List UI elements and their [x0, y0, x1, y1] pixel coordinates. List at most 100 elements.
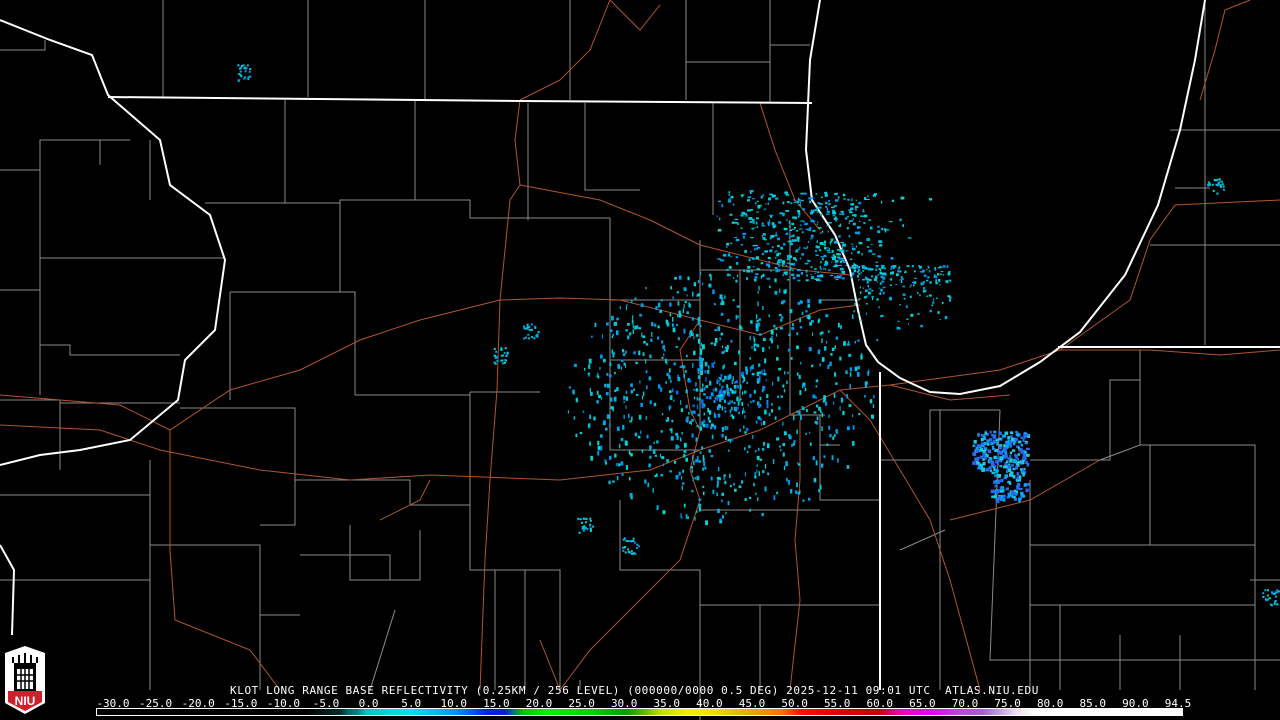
echo-pixel — [792, 276, 796, 280]
echo-pixel — [787, 257, 790, 260]
echo-pixel — [783, 389, 786, 393]
echo-pixel — [819, 363, 821, 367]
echo-pixel — [1274, 599, 1277, 602]
echo-pixel — [1009, 431, 1014, 435]
echo-pixel — [824, 346, 827, 351]
echo-pixel — [837, 322, 840, 328]
echo-pixel — [879, 244, 883, 247]
echo-pixel — [857, 270, 860, 273]
echo-pixel — [696, 397, 698, 401]
echo-pixel — [789, 240, 792, 243]
echo-pixel — [634, 552, 637, 555]
echo-pixel — [781, 263, 785, 265]
echo-pixel — [625, 405, 627, 409]
echo-pixel — [1018, 497, 1021, 502]
echo-pixel — [890, 278, 893, 281]
echo-pixel — [534, 326, 537, 329]
echo-pixel — [881, 200, 883, 204]
echo-pixel — [783, 431, 787, 436]
echo-pixel — [881, 266, 884, 269]
echo-pixel — [996, 489, 1000, 494]
echo-pixel — [605, 461, 608, 465]
echo-pixel — [659, 453, 661, 458]
echo-pixel — [697, 338, 701, 344]
echo-pixel — [643, 341, 646, 344]
echo-pixel — [756, 246, 761, 249]
echo-pixel — [678, 310, 681, 315]
echo-pixel — [881, 227, 884, 231]
echo-pixel — [692, 455, 694, 460]
echo-pixel — [683, 442, 687, 448]
echo-pixel — [749, 508, 751, 512]
echo-pixel — [750, 237, 754, 239]
echo-pixel — [653, 402, 657, 407]
echo-pixel — [713, 303, 716, 306]
echo-pixel — [752, 198, 755, 200]
echo-pixel — [646, 434, 649, 439]
echo-pixel — [1003, 465, 1008, 468]
echo-pixel — [247, 78, 250, 81]
echo-pixel — [787, 480, 790, 485]
echo-pixel — [692, 362, 694, 368]
echo-pixel — [920, 324, 923, 328]
echo-pixel — [862, 279, 865, 281]
echo-pixel — [721, 204, 724, 208]
echo-pixel — [728, 265, 732, 269]
echo-pixel — [773, 495, 776, 501]
echo-pixel — [840, 210, 844, 213]
echo-pixel — [820, 213, 823, 216]
echo-pixel — [895, 273, 899, 277]
echo-pixel — [780, 316, 784, 319]
echo-pixel — [630, 389, 633, 394]
echo-pixel — [829, 274, 834, 277]
radar-map[interactable] — [0, 0, 1280, 720]
echo-pixel — [697, 316, 700, 322]
echo-pixel — [860, 271, 862, 274]
echo-pixel — [610, 397, 613, 402]
echo-pixel — [754, 244, 758, 247]
echo-pixel — [1015, 454, 1018, 459]
echo-pixel — [871, 296, 874, 299]
echo-pixel — [683, 365, 686, 369]
echo-pixel — [767, 443, 770, 449]
echo-pixel — [239, 70, 242, 73]
echo-pixel — [589, 527, 592, 530]
echo-pixel — [770, 235, 775, 238]
echo-pixel — [608, 480, 611, 485]
echo-pixel — [838, 257, 843, 260]
echo-pixel — [774, 251, 776, 253]
echo-pixel — [718, 391, 721, 394]
echo-pixel — [724, 426, 727, 431]
echo-pixel — [631, 416, 633, 421]
echo-pixel — [786, 380, 788, 385]
echo-pixel — [797, 209, 801, 213]
echo-pixel — [673, 461, 677, 464]
echo-pixel — [729, 409, 732, 414]
echo-pixel — [816, 207, 819, 209]
echo-pixel — [839, 213, 842, 215]
echo-pixel — [721, 385, 724, 388]
echo-pixel — [761, 225, 766, 227]
echo-pixel — [814, 268, 817, 271]
echo-pixel — [616, 476, 619, 481]
echo-pixel — [749, 496, 752, 500]
echo-pixel — [777, 237, 781, 241]
echo-pixel — [919, 293, 921, 297]
echo-pixel — [1018, 475, 1022, 479]
echo-pixel — [617, 364, 621, 369]
echo-pixel — [736, 397, 739, 402]
echo-pixel — [676, 323, 678, 327]
echo-pixel — [824, 401, 828, 406]
echo-pixel — [923, 274, 927, 277]
echo-pixel — [984, 457, 987, 460]
echo-pixel — [1016, 484, 1020, 489]
echo-pixel — [769, 285, 771, 289]
echo-pixel — [1274, 595, 1277, 598]
echo-pixel — [828, 199, 831, 202]
echo-pixel — [879, 292, 882, 296]
echo-pixel — [751, 227, 754, 230]
echo-pixel — [850, 203, 855, 206]
echo-pixel — [801, 253, 804, 256]
echo-pixel — [904, 270, 907, 274]
echo-pixel — [740, 214, 744, 217]
